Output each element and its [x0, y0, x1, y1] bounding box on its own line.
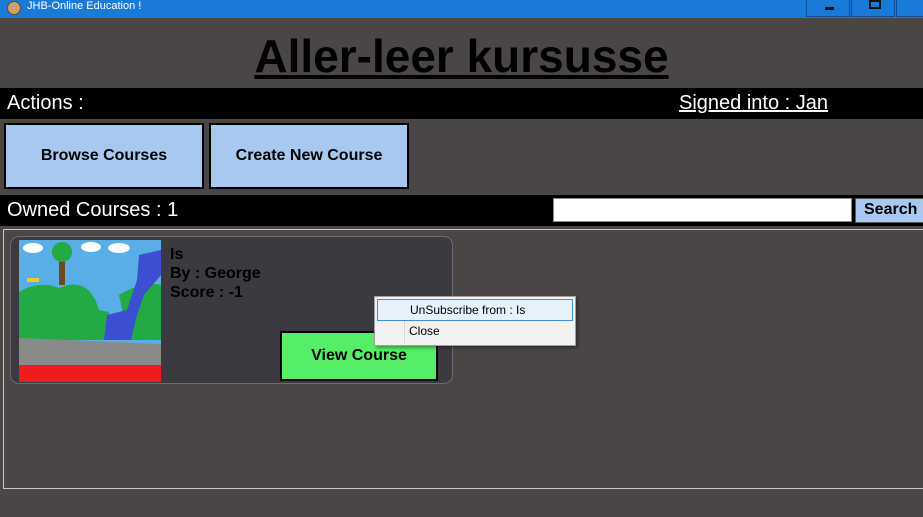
minimize-button[interactable]	[806, 0, 850, 17]
actions-label: Actions :	[7, 92, 84, 114]
signed-in-user-link[interactable]: Signed into : Jan	[679, 92, 828, 115]
minimize-icon	[825, 7, 834, 10]
search-button[interactable]: Search	[855, 198, 923, 223]
course-author: By : George	[170, 265, 261, 282]
search-input[interactable]	[553, 198, 852, 222]
owned-courses-label: Owned Courses : 1	[7, 199, 179, 221]
browse-courses-button[interactable]: Browse Courses	[4, 123, 204, 189]
actions-bar: Actions : Signed into : Jan	[0, 88, 923, 119]
page-title: Aller-leer kursusse	[254, 30, 669, 82]
menu-item-close[interactable]: Close	[377, 321, 573, 343]
create-new-course-button[interactable]: Create New Course	[209, 123, 409, 189]
maximize-button[interactable]	[851, 0, 895, 17]
context-menu: UnSubscribe from : Is Close	[374, 296, 576, 346]
maximize-icon	[869, 0, 881, 9]
window-titlebar[interactable]: JHB-Online Education !	[0, 0, 923, 18]
window-close-button[interactable]	[896, 0, 923, 17]
course-score: Score : -1	[170, 284, 243, 301]
course-thumbnail	[19, 240, 161, 382]
window-title: JHB-Online Education !	[27, 0, 142, 12]
app-icon	[7, 1, 21, 15]
menu-item-unsubscribe[interactable]: UnSubscribe from : Is	[377, 299, 573, 321]
owned-courses-bar: Owned Courses : 1 Search	[0, 195, 923, 226]
course-name: Is	[170, 246, 184, 263]
